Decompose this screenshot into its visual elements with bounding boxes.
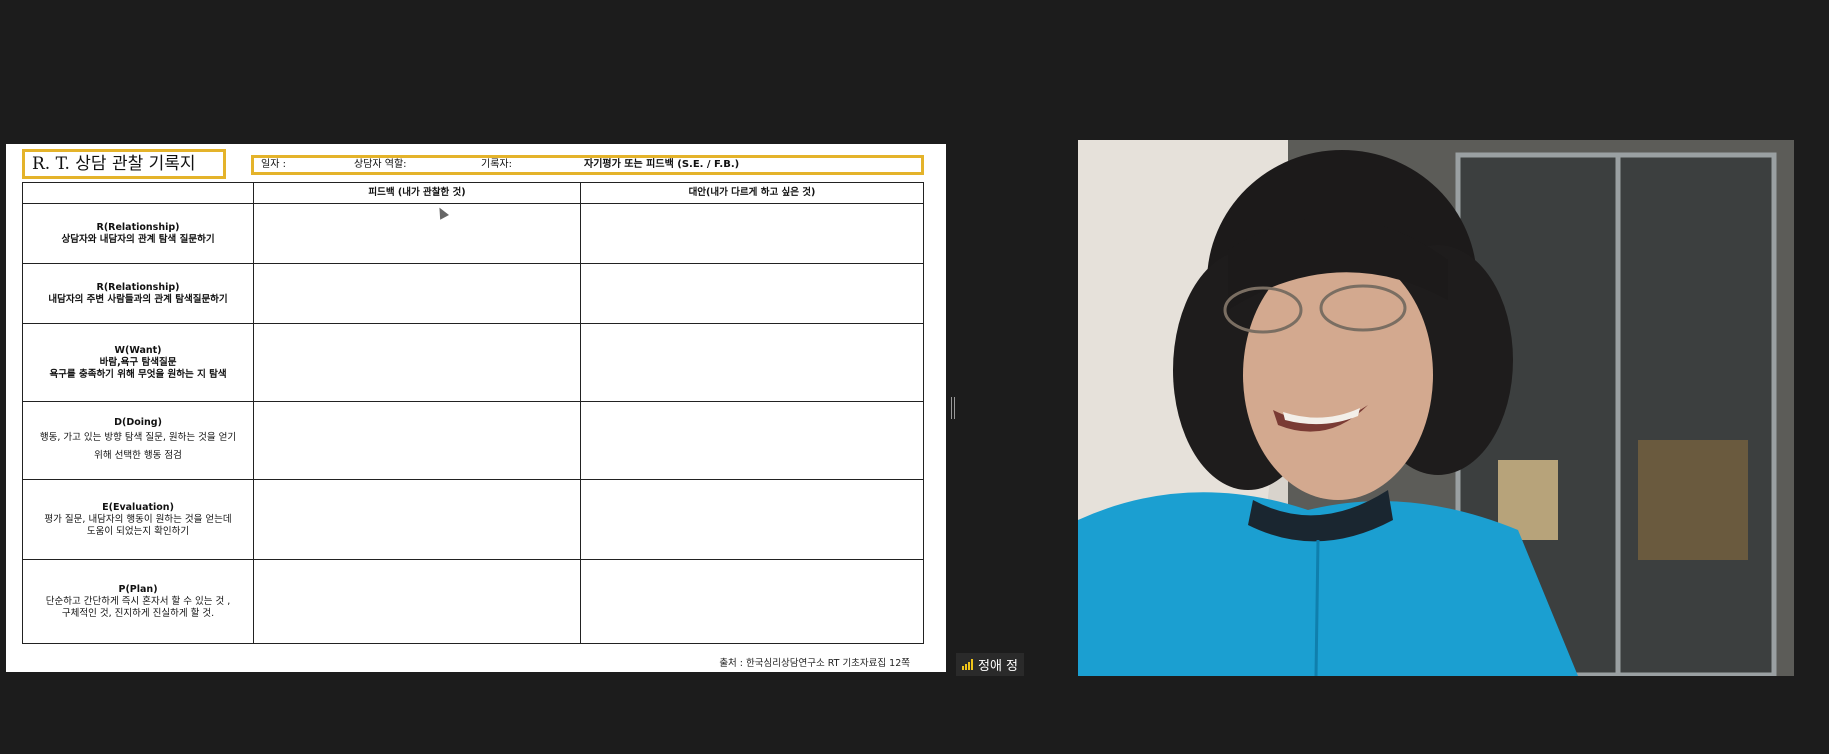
row-desc: 단순하고 간단하게 즉시 혼자서 할 수 있는 것 , (45, 595, 231, 607)
row-title: E(Evaluation) (102, 501, 174, 513)
row-label-cell: W(Want) 바람,욕구 탐색질문 욕구를 충족하기 위해 무엇을 원하는 지… (21, 323, 255, 402)
alternative-cell (579, 479, 925, 560)
row-label-cell: P(Plan) 단순하고 간단하게 즉시 혼자서 할 수 있는 것 , 구체적인… (21, 559, 255, 644)
table-row: P(Plan) 단순하고 간단하게 즉시 혼자서 할 수 있는 것 , 구체적인… (21, 559, 925, 644)
alternative-cell (579, 323, 925, 402)
row-label-cell: R(Relationship) 상담자와 내담자의 관계 탐색 질문하기 (21, 203, 255, 264)
header-cell-feedback: 피드백 (내가 관찰한 것) (253, 182, 581, 204)
row-label-cell: D(Doing) 행동, 가고 있는 방향 탐색 질문, 원하는 것을 얻기 위… (21, 401, 255, 480)
row-title: R(Relationship) (96, 281, 180, 293)
feedback-cell (253, 323, 581, 402)
document-meta-box: 일자 : 상담자 역할: 기록자: 자기평가 또는 피드백 (S.E. / F.… (251, 155, 924, 175)
row-desc: 상담자와 내담자의 관계 탐색 질문하기 (61, 233, 215, 245)
evaluation-label: 자기평가 또는 피드백 (S.E. / F.B.) (584, 159, 740, 170)
signal-bars-icon (962, 659, 973, 670)
table-row: E(Evaluation) 평가 질문, 내담자의 행동이 원하는 것을 얻는데… (21, 479, 925, 560)
row-desc: 행동, 가고 있는 방향 탐색 질문, 원하는 것을 얻기 (39, 431, 237, 443)
feedback-cell (253, 559, 581, 644)
feedback-cell (253, 263, 581, 324)
table-row: R(Relationship) 상담자와 내담자의 관계 탐색 질문하기 (21, 203, 925, 264)
alternative-cell (579, 263, 925, 324)
table-row: W(Want) 바람,욕구 탐색질문 욕구를 충족하기 위해 무엇을 원하는 지… (21, 323, 925, 402)
row-title: D(Doing) (114, 416, 162, 428)
participant-name-tag: 정애 정 (956, 653, 1025, 676)
alternative-cell (579, 559, 925, 644)
feedback-cell (253, 479, 581, 560)
row-desc-line2: 욕구를 충족하기 위해 무엇을 원하는 지 탐색 (49, 368, 227, 380)
row-title: P(Plan) (118, 583, 158, 595)
recorder-label: 기록자: (481, 159, 512, 170)
row-title: W(Want) (114, 344, 162, 356)
participant-video-frame (1078, 140, 1794, 676)
row-desc-line2: 위해 선택한 행동 점검 (94, 449, 182, 461)
shared-screen: R. T. 상담 관찰 기록지 일자 : 상담자 역할: 기록자: 자기평가 또… (6, 144, 946, 672)
header-cell (21, 182, 255, 204)
row-title: R(Relationship) (96, 221, 180, 233)
rt-observation-table: 피드백 (내가 관찰한 것) 대안(내가 다르게 하고 싶은 것) R(Rela… (21, 182, 925, 644)
participant-name: 정애 정 (978, 659, 1019, 674)
date-label: 일자 : (261, 159, 286, 170)
row-desc: 평가 질문, 내담자의 행동이 원하는 것을 얻는데 (44, 513, 232, 525)
feedback-cell (253, 203, 581, 264)
source-citation: 출처 : 한국심리상담연구소 RT 기초자료집 12쪽 (719, 658, 910, 669)
table-row: D(Doing) 행동, 가고 있는 방향 탐색 질문, 원하는 것을 얻기 위… (21, 401, 925, 480)
row-desc-line2: 도움이 되었는지 확인하기 (86, 525, 190, 537)
row-desc-line2: 구체적인 것, 진지하게 진실하게 할 것. (61, 607, 215, 619)
row-label-cell: R(Relationship) 내담자의 주변 사람들과의 관계 탐색질문하기 (21, 263, 255, 324)
document-title: R. T. 상담 관찰 기록지 (22, 149, 226, 179)
header-cell-alternative: 대안(내가 다르게 하고 싶은 것) (579, 182, 925, 204)
row-label-cell: E(Evaluation) 평가 질문, 내담자의 행동이 원하는 것을 얻는데… (21, 479, 255, 560)
table-header-row: 피드백 (내가 관찰한 것) 대안(내가 다르게 하고 싶은 것) (21, 182, 925, 204)
alternative-cell (579, 203, 925, 264)
table-row: R(Relationship) 내담자의 주변 사람들과의 관계 탐색질문하기 (21, 263, 925, 324)
feedback-cell (253, 401, 581, 480)
alternative-cell (579, 401, 925, 480)
role-label: 상담자 역할: (354, 159, 407, 170)
row-desc: 바람,욕구 탐색질문 (99, 356, 177, 368)
split-view-resize-handle[interactable] (951, 397, 955, 419)
participant-video[interactable] (1078, 140, 1794, 676)
row-desc: 내담자의 주변 사람들과의 관계 탐색질문하기 (48, 293, 228, 305)
